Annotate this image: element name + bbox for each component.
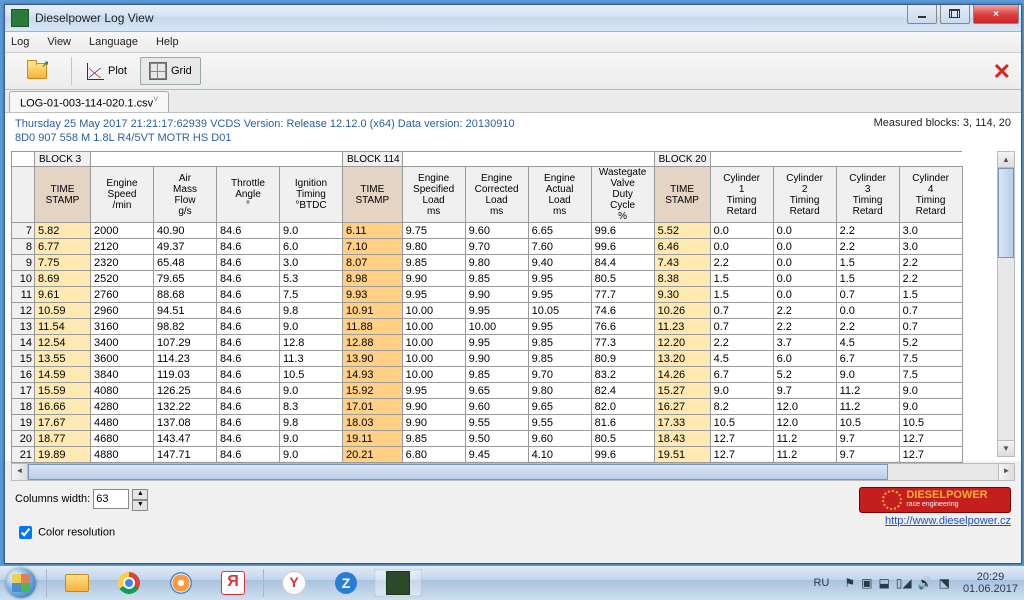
table-row[interactable]: 1816.664280132.2284.68.317.019.909.609.6… [12,399,963,415]
table-row[interactable]: 108.69252079.6584.65.38.989.909.859.9580… [12,271,963,287]
toolbar-divider [71,57,72,85]
file-tab-row: LOG-01-003-114-020.1.csv˅ [5,90,1021,113]
taskbar-chrome[interactable] [105,569,153,597]
menubar: Log View Language Help [5,32,1021,53]
explorer-icon [65,574,89,592]
scroll-right-button[interactable]: ► [998,464,1014,480]
file-tab[interactable]: LOG-01-003-114-020.1.csv˅ [9,91,169,112]
taskbar-zona[interactable]: Z [322,569,370,597]
menu-view[interactable]: View [47,36,71,48]
table-row[interactable]: 1412.543400107.2984.612.812.8810.009.959… [12,335,963,351]
tray-icon-1: ▣ [861,576,872,590]
table-row[interactable]: 1311.54316098.8284.69.011.8810.0010.009.… [12,319,963,335]
plot-icon [87,63,104,80]
menu-language[interactable]: Language [89,36,138,48]
close-button[interactable]: × [973,5,1019,24]
network-icon: ▯◢ [896,576,912,590]
table-row[interactable]: 2119.894880147.7184.69.020.216.809.454.1… [12,447,963,463]
volume-icon: 🔊 [918,576,933,590]
scroll-up-button[interactable]: ▲ [998,152,1014,168]
system-tray[interactable]: RU ⚑ ▣ ⬓ ▯◢ 🔊 ⬔ 20:2901.06.2017 [813,571,1024,595]
table-row[interactable]: 1513.553600114.2384.611.313.9010.009.909… [12,351,963,367]
dieselpower-taskbar-icon [386,571,410,595]
info-line-2: 8D0 907 558 M 1.8L R4/5VT MOTR HS D01 [15,131,1011,145]
table-row[interactable]: 1614.593840119.0384.610.514.9310.009.859… [12,367,963,383]
spin-up-button[interactable]: ▲ [132,489,148,500]
table-row[interactable]: 1210.59296094.5184.69.810.9110.009.9510.… [12,303,963,319]
app-icon [11,9,29,27]
tray-icons[interactable]: ⚑ ▣ ⬓ ▯◢ 🔊 ⬔ [841,576,953,590]
zona-icon: Z [335,572,357,594]
toolbar: Plot Grid ✕ [5,53,1021,90]
horizontal-scrollbar[interactable]: ◄ ► [11,463,1015,481]
table-row[interactable]: 119.61276088.6884.67.59.939.959.909.9577… [12,287,963,303]
website-link[interactable]: http://www.dieselpower.cz [885,515,1011,527]
window-title: Dieselpower Log View [35,11,154,25]
app-window: Dieselpower Log View × Log View Language… [4,4,1022,564]
menu-help[interactable]: Help [156,36,179,48]
table-row[interactable]: 75.82200040.9084.69.06.119.759.606.6599.… [12,223,963,239]
taskbar-yandex-red[interactable]: Я [209,569,257,597]
spin-down-button[interactable]: ▼ [132,500,148,511]
yandex-browser-icon: Y [282,571,306,595]
taskbar-mediaplayer[interactable] [157,569,205,597]
titlebar[interactable]: Dieselpower Log View × [5,5,1021,32]
taskbar-yandex-browser[interactable]: Y [270,569,318,597]
vertical-scroll-thumb[interactable] [998,168,1014,258]
taskbar-dieselpower[interactable] [374,569,422,597]
windows-orb-icon [6,568,36,598]
columns-width-label: Columns width: [15,493,90,505]
grid-button[interactable]: Grid [140,57,201,85]
color-resolution-checkbox[interactable] [19,526,32,539]
dieselpower-logo: DIESELPOWERrace engineering [859,487,1011,513]
gear-icon [882,490,902,510]
info-bar: Thursday 25 May 2017 21:21:17:62939 VCDS… [5,113,1021,151]
flag-icon: ⚑ [844,576,855,590]
table-row[interactable]: 97.75232065.4884.63.08.079.859.809.4084.… [12,255,963,271]
mediaplayer-icon [170,572,192,594]
chrome-icon [118,572,140,594]
restore-button[interactable] [940,5,970,24]
close-file-button[interactable]: ✕ [993,59,1011,85]
table-row[interactable]: 1917.674480137.0884.69.818.039.909.559.5… [12,415,963,431]
scroll-down-button[interactable]: ▼ [998,440,1014,456]
language-indicator[interactable]: RU [813,577,829,589]
taskbar-explorer[interactable] [53,569,101,597]
grid-icon [149,62,167,80]
bottom-bar: Columns width: ▲▼ Color resolution DIESE… [5,481,1021,547]
table-row[interactable]: 86.77212049.3784.66.07.109.809.707.6099.… [12,239,963,255]
menu-log[interactable]: Log [11,36,29,48]
data-grid-container: BLOCK 3BLOCK 114BLOCK 20TIMESTAMPEngineS… [5,151,1021,461]
vertical-scrollbar[interactable]: ▲ ▼ [997,151,1015,457]
start-button[interactable] [0,566,42,600]
tray-icon-2: ⬓ [878,576,889,590]
table-row[interactable]: 1715.594080126.2584.69.015.929.959.659.8… [12,383,963,399]
action-center-icon: ⬔ [939,576,950,590]
scroll-left-button[interactable]: ◄ [12,464,28,480]
yandex-red-icon: Я [221,571,245,595]
data-grid[interactable]: BLOCK 3BLOCK 114BLOCK 20TIMESTAMPEngineS… [11,151,963,463]
table-row[interactable]: 2018.774680143.4784.69.019.119.859.509.6… [12,431,963,447]
minimize-button[interactable] [907,5,937,24]
clock[interactable]: 20:2901.06.2017 [963,571,1018,595]
horizontal-scroll-thumb[interactable] [28,464,888,480]
columns-width-input[interactable] [93,489,129,509]
open-button[interactable] [13,57,61,85]
measured-blocks-label: Measured blocks: 3, 114, 20 [874,117,1011,129]
color-resolution-label: Color resolution [38,526,115,538]
info-line-1: Thursday 25 May 2017 21:21:17:62939 VCDS… [15,117,1011,131]
folder-open-icon [27,63,47,79]
taskbar[interactable]: Я Y Z RU ⚑ ▣ ⬓ ▯◢ 🔊 ⬔ 20:2901.06.2017 [0,565,1024,600]
plot-button[interactable]: Plot [78,57,136,85]
